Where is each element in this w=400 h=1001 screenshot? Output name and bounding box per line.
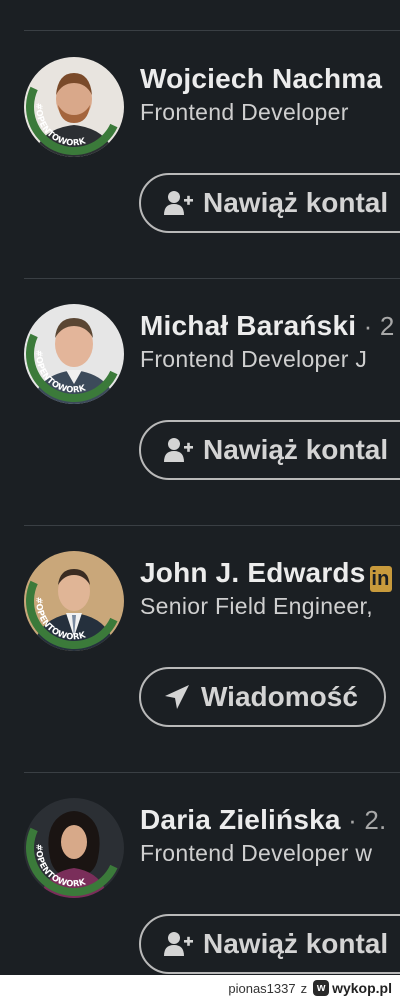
connect-button[interactable]: Nawiąż kontal bbox=[139, 914, 400, 974]
connect-button[interactable]: Nawiąż kontal bbox=[139, 173, 400, 233]
person-headline: Senior Field Engineer, bbox=[140, 593, 373, 619]
premium-badge-icon: in bbox=[369, 566, 392, 592]
person-name-line[interactable]: Wojciech Nachma bbox=[140, 63, 382, 95]
person-headline: Frontend Developer w bbox=[140, 840, 373, 866]
list-item[interactable]: #OPENTOWORK Michał Barański · 2 Frontend… bbox=[0, 278, 400, 525]
person-name[interactable]: Michał Barański bbox=[140, 310, 356, 341]
list-item[interactable]: #OPENTOWORK John J. Edwards in Senior Fie… bbox=[0, 525, 400, 772]
connect-button-label: Nawiąż kontal bbox=[203, 187, 389, 218]
connect-button-label: Nawiąż kontal bbox=[203, 928, 389, 959]
avatar[interactable]: #OPENTOWORK bbox=[24, 57, 124, 157]
avatar[interactable]: #OPENTOWORK bbox=[24, 551, 124, 651]
message-button-label: Wiadomość bbox=[201, 681, 358, 712]
person-name-line[interactable]: John J. Edwards in bbox=[140, 557, 392, 592]
profile-photo: #OPENTOWORK bbox=[24, 798, 124, 898]
person-name[interactable]: Daria Zielińska bbox=[140, 804, 341, 835]
person-headline: Frontend Developer J bbox=[140, 346, 368, 372]
profile-photo: #OPENTOWORK bbox=[24, 304, 124, 404]
person-name[interactable]: Wojciech Nachma bbox=[140, 63, 382, 94]
person-name-line[interactable]: Daria Zielińska · 2. bbox=[140, 804, 386, 836]
connection-degree: · 2 bbox=[356, 311, 395, 341]
uploader-name: pionas1337 bbox=[228, 980, 296, 996]
add-person-icon bbox=[163, 190, 193, 216]
send-icon bbox=[163, 684, 191, 710]
avatar[interactable]: #OPENTOWORK bbox=[24, 798, 124, 898]
profile-photo: #OPENTOWORK bbox=[24, 57, 124, 157]
person-name-line[interactable]: Michał Barański · 2 bbox=[140, 310, 395, 342]
message-button[interactable]: Wiadomość bbox=[139, 667, 386, 727]
footer-separator: z bbox=[300, 980, 308, 996]
person-name[interactable]: John J. Edwards bbox=[140, 557, 366, 588]
people-list: #OPENTOWORK Wojciech Nachma Frontend Dev… bbox=[0, 0, 400, 975]
connect-button[interactable]: Nawiąż kontal bbox=[139, 420, 400, 480]
person-headline: Frontend Developer bbox=[140, 99, 349, 125]
wykop-logo-icon: w bbox=[313, 980, 330, 996]
avatar[interactable]: #OPENTOWORK bbox=[24, 304, 124, 404]
connection-degree: · 2. bbox=[340, 805, 387, 835]
site-name: wykop.pl bbox=[332, 980, 392, 996]
list-item[interactable]: #OPENTOWORK Daria Zielińska · 2. Fronten… bbox=[0, 772, 400, 975]
watermark-footer: pionas1337 z w wykop.pl bbox=[0, 975, 400, 1001]
connect-button-label: Nawiąż kontal bbox=[203, 434, 389, 465]
add-person-icon bbox=[163, 437, 193, 463]
profile-photo: #OPENTOWORK bbox=[24, 551, 124, 651]
add-person-icon bbox=[163, 931, 193, 957]
list-item[interactable]: #OPENTOWORK Wojciech Nachma Frontend Dev… bbox=[0, 31, 400, 278]
